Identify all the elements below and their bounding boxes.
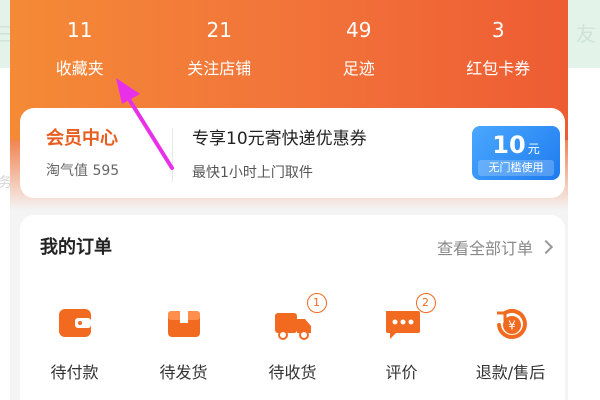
stat-count: 21 [206,18,232,42]
background-text-right: 友 [576,22,596,46]
order-pending-receipt[interactable]: 1 待收货 [238,293,347,393]
stats-row: 11 收藏夹 21 关注店铺 49 足迹 3 红包卡券 [10,16,568,88]
coupon-note: 无门槛使用 [478,160,554,176]
promo-title: 专享10元寄快递优惠券 [192,129,367,149]
order-label: 待付款 [50,363,99,382]
order-pending-shipment[interactable]: 待发货 [129,303,238,393]
member-card[interactable]: 会员中心 淘气值 595 专享10元寄快递优惠券 最快1小时上门取件 10 元 无… [20,108,565,198]
coupon-unit: 元 [527,142,540,156]
order-label: 待发货 [159,363,208,382]
promo-subtitle: 最快1小时上门取件 [192,165,313,181]
order-label: 待收货 [268,363,317,382]
member-points: 淘气值 595 [46,163,120,179]
stat-coupons[interactable]: 3 红包卡券 [429,16,569,88]
stat-label: 关注店铺 [187,59,252,78]
svg-text:¥: ¥ [508,319,516,333]
orders-title: 我的订单 [40,237,112,258]
stat-label: 足迹 [342,59,375,78]
coupon-badge[interactable]: 10 元 无门槛使用 [472,126,560,180]
delivery-truck-icon: 1 [273,293,327,343]
package-icon [164,303,204,343]
view-all-orders-label: 查看全部订单 [436,239,533,258]
order-to-review[interactable]: 2 评价 [347,293,456,393]
stat-count: 49 [346,18,372,42]
comment-icon: 2 [382,293,436,343]
order-status-row: 待付款 待发货 1 待收货 2 评价 ¥ 退款/售后 [20,293,565,393]
stat-footprints[interactable]: 49 足迹 [289,16,429,88]
view-all-orders-link[interactable]: 查看全部订单 [436,235,554,259]
member-center-title: 会员中心 [46,128,118,149]
wallet-icon [55,303,95,343]
order-pending-payment[interactable]: 待付款 [20,303,129,393]
notification-badge: 2 [415,293,436,313]
order-refund-aftersale[interactable]: ¥ 退款/售后 [456,303,565,393]
stat-followed-shops[interactable]: 21 关注店铺 [150,16,290,88]
chevron-right-icon [538,239,554,255]
stat-label: 收藏夹 [55,59,104,78]
app-screen: 11 收藏夹 21 关注店铺 49 足迹 3 红包卡券 会员中心 淘气值 595… [10,0,568,400]
refund-icon: ¥ [491,303,531,343]
coupon-value: 10 [492,131,526,159]
order-label: 退款/售后 [475,363,546,382]
stat-count: 11 [67,18,93,42]
notification-badge: 1 [306,293,327,313]
divider [172,128,173,182]
stat-count: 3 [491,18,505,42]
stat-favorites[interactable]: 11 收藏夹 [10,16,150,88]
orders-card: 我的订单 查看全部订单 待付款 待发货 1 待收货 2 评价 ¥ 退款/售后 [20,215,565,400]
order-label: 评价 [385,363,418,382]
stat-label: 红包卡券 [466,59,531,78]
